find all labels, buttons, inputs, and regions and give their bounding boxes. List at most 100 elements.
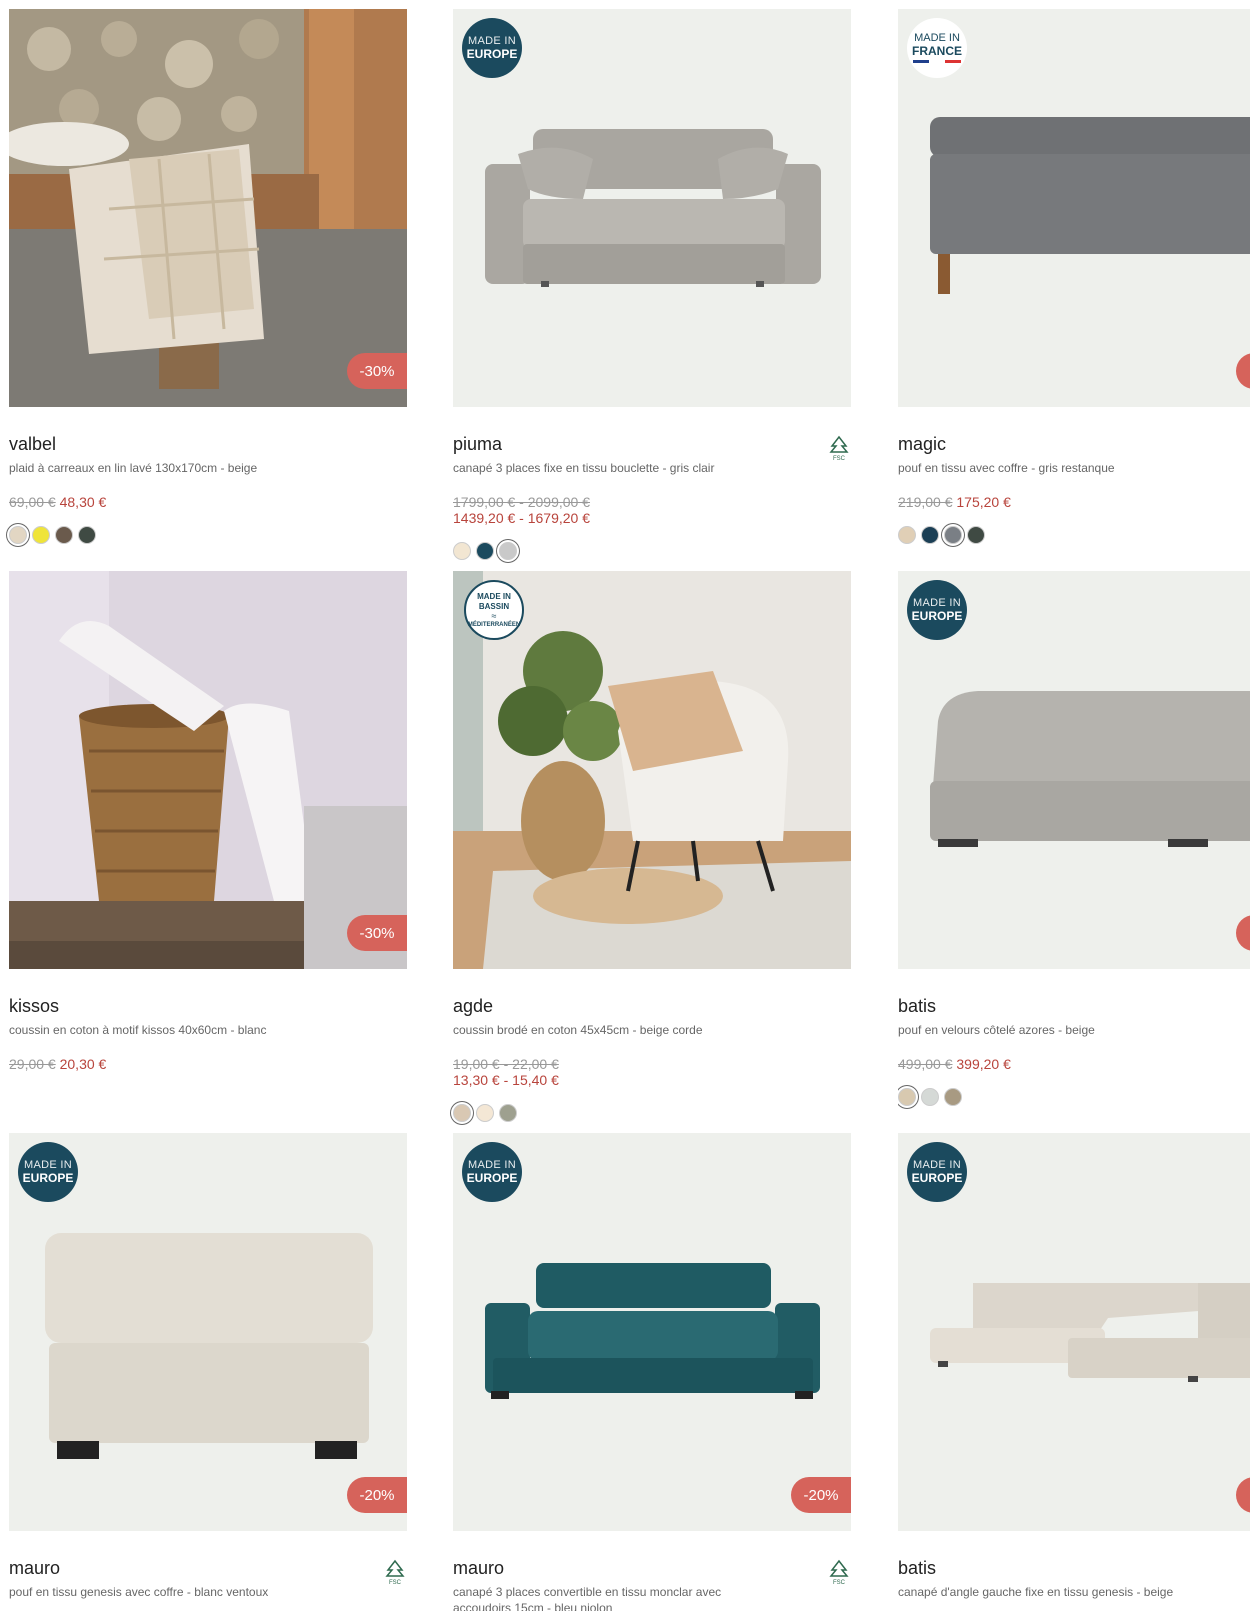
product-subtitle: canapé d'angle gauche fixe en tissu gene… bbox=[898, 1585, 1174, 1599]
france-flag-icon bbox=[913, 60, 961, 63]
color-swatch[interactable] bbox=[9, 526, 27, 544]
color-swatch[interactable] bbox=[499, 1104, 517, 1122]
old-price: 499,00 € bbox=[898, 1056, 953, 1072]
fsc-label: FSC bbox=[833, 1580, 846, 1586]
product-title[interactable]: batis bbox=[898, 996, 1250, 1018]
product-price: 19,00 € - 22,00 € 13,30 € - 15,40 € bbox=[453, 1056, 851, 1088]
badge-line: BASSIN bbox=[478, 601, 510, 611]
old-price: 219,00 € bbox=[898, 494, 953, 510]
badge-line: EUROPE bbox=[911, 609, 963, 623]
color-swatches bbox=[898, 526, 1250, 544]
product-title[interactable]: batis bbox=[898, 1558, 1250, 1580]
color-swatch[interactable] bbox=[78, 526, 96, 544]
discount-badge: -20% bbox=[791, 1477, 851, 1513]
color-swatch[interactable] bbox=[921, 526, 939, 544]
product-title[interactable]: kissos bbox=[9, 996, 407, 1018]
badge-line: MADE IN bbox=[913, 1159, 961, 1171]
color-swatch[interactable] bbox=[453, 1104, 471, 1122]
badge-line: MADE IN bbox=[913, 597, 961, 609]
color-swatch[interactable] bbox=[499, 542, 517, 560]
product-price: 1799,00 € - 2099,00 € 1439,20 € - 1679,2… bbox=[453, 494, 851, 526]
color-swatches bbox=[453, 542, 851, 560]
discount-badge: -30% bbox=[347, 353, 407, 389]
old-price: 29,00 € bbox=[9, 1056, 56, 1072]
new-price: 399,20 € bbox=[956, 1056, 1011, 1072]
old-price: 19,00 € - 22,00 € bbox=[453, 1056, 559, 1072]
badge-line: EUROPE bbox=[22, 1171, 74, 1185]
new-price: 20,30 € bbox=[59, 1056, 107, 1072]
product-title[interactable]: mauro bbox=[9, 1558, 407, 1580]
color-swatch[interactable] bbox=[921, 1088, 939, 1106]
fsc-icon: FSC bbox=[385, 1559, 405, 1586]
product-subtitle: canapé 3 places fixe en tissu bouclette … bbox=[453, 461, 715, 475]
product-subtitle: canapé 3 places convertible en tissu mon… bbox=[453, 1585, 722, 1611]
color-swatch[interactable] bbox=[944, 1088, 962, 1106]
product-image[interactable]: MADE IN BASSIN ≈ MÉDITERRANÉEN bbox=[453, 571, 851, 969]
badge-line: MADE IN bbox=[477, 591, 511, 601]
badge-line: MÉDITERRANÉEN bbox=[467, 621, 521, 628]
made-in-europe-badge: MADE IN EUROPE bbox=[907, 1142, 967, 1202]
product-image[interactable]: MADE IN EUROPE -20% bbox=[9, 1133, 407, 1531]
old-price: 1799,00 € - 2099,00 € bbox=[453, 494, 591, 510]
made-in-france-badge: MADE IN FRANCE bbox=[907, 18, 967, 78]
product-price: 219,00 € 175,20 € bbox=[898, 494, 1250, 510]
product-image[interactable]: -30% bbox=[9, 9, 407, 407]
made-in-mediterranean-badge: MADE IN BASSIN ≈ MÉDITERRANÉEN bbox=[464, 580, 524, 640]
product-subtitle: pouf en tissu genesis avec coffre - blan… bbox=[9, 1585, 269, 1599]
fsc-label: FSC bbox=[389, 1580, 402, 1586]
product-image[interactable]: MADE IN EUROPE bbox=[898, 1133, 1250, 1531]
badge-line: FRANCE bbox=[912, 44, 962, 58]
product-title[interactable]: agde bbox=[453, 996, 851, 1018]
badge-line: EUROPE bbox=[466, 47, 518, 61]
color-swatch[interactable] bbox=[32, 526, 50, 544]
product-card[interactable]: MADE IN FRANCE magic pouf en tissu avec … bbox=[898, 9, 1250, 549]
color-swatch[interactable] bbox=[944, 526, 962, 544]
product-card[interactable]: MADE IN EUROPE batis pouf en velours côt… bbox=[898, 571, 1250, 1111]
fsc-label: FSC bbox=[833, 456, 846, 462]
product-title[interactable]: piuma bbox=[453, 434, 851, 456]
color-swatch[interactable] bbox=[898, 526, 916, 544]
product-title[interactable]: mauro bbox=[453, 1558, 851, 1580]
new-price: 48,30 € bbox=[59, 494, 107, 510]
product-subtitle: coussin en coton à motif kissos 40x60cm … bbox=[9, 1023, 267, 1037]
product-image[interactable]: -30% bbox=[9, 571, 407, 969]
badge-line: MADE IN bbox=[468, 35, 516, 47]
color-swatches bbox=[9, 526, 407, 544]
color-swatch[interactable] bbox=[453, 542, 471, 560]
color-swatch[interactable] bbox=[476, 1104, 494, 1122]
product-price: 69,00 € 48,30 € bbox=[9, 494, 407, 510]
product-image[interactable]: MADE IN EUROPE bbox=[898, 571, 1250, 969]
badge-line: MADE IN bbox=[468, 1159, 516, 1171]
product-title[interactable]: magic bbox=[898, 434, 1250, 456]
badge-line: EUROPE bbox=[911, 1171, 963, 1185]
product-image[interactable]: MADE IN FRANCE bbox=[898, 9, 1250, 407]
color-swatch[interactable] bbox=[55, 526, 73, 544]
product-subtitle: pouf en tissu avec coffre - gris restanq… bbox=[898, 461, 1115, 475]
discount-badge: -30% bbox=[347, 915, 407, 951]
made-in-europe-badge: MADE IN EUROPE bbox=[462, 18, 522, 78]
product-image[interactable]: MADE IN EUROPE -20% bbox=[453, 1133, 851, 1531]
color-swatches bbox=[453, 1104, 851, 1122]
badge-line: EUROPE bbox=[466, 1171, 518, 1185]
old-price: 69,00 € bbox=[9, 494, 56, 510]
product-image[interactable]: MADE IN EUROPE bbox=[453, 9, 851, 407]
waves-icon: ≈ bbox=[491, 610, 497, 621]
badge-line: MADE IN bbox=[914, 32, 960, 44]
product-title[interactable]: valbel bbox=[9, 434, 407, 456]
new-price: 175,20 € bbox=[956, 494, 1011, 510]
made-in-europe-badge: MADE IN EUROPE bbox=[18, 1142, 78, 1202]
new-price: 1439,20 € - 1679,20 € bbox=[453, 510, 591, 526]
product-subtitle: pouf en velours côtelé azores - beige bbox=[898, 1023, 1095, 1037]
color-swatch[interactable] bbox=[898, 1088, 916, 1106]
product-price: 499,00 € 399,20 € bbox=[898, 1056, 1250, 1072]
fsc-icon: FSC bbox=[829, 1559, 849, 1586]
product-subtitle: plaid à carreaux en lin lavé 130x170cm -… bbox=[9, 461, 258, 475]
color-swatch[interactable] bbox=[967, 526, 985, 544]
product-price: 29,00 € 20,30 € bbox=[9, 1056, 407, 1072]
product-card[interactable]: MADE IN EUROPE batis canapé d'angle gauc… bbox=[898, 1133, 1250, 1611]
color-swatches bbox=[898, 1088, 1250, 1106]
discount-badge: -20% bbox=[347, 1477, 407, 1513]
product-subtitle: coussin brodé en coton 45x45cm - beige c… bbox=[453, 1023, 703, 1037]
color-swatch[interactable] bbox=[476, 542, 494, 560]
new-price: 13,30 € - 15,40 € bbox=[453, 1072, 559, 1088]
